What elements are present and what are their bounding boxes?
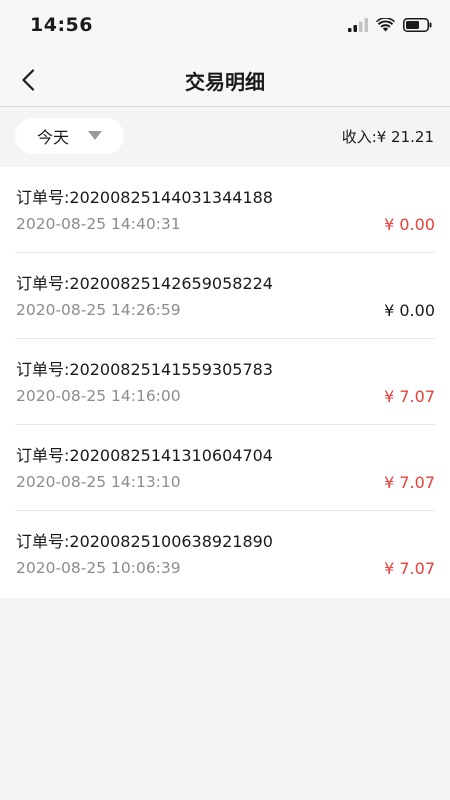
transaction-list: 订单号:20200825144031344188 2020-08-25 14:4… xyxy=(0,167,450,598)
order-time: 2020-08-25 14:13:10 xyxy=(16,473,181,491)
page-title: 交易明细 xyxy=(185,70,265,94)
transaction-row[interactable]: 订单号:20200825142659058224 2020-08-25 14:2… xyxy=(15,253,435,339)
order-number: 订单号:20200825141310604704 xyxy=(16,446,273,465)
order-number: 订单号:20200825144031344188 xyxy=(16,188,273,207)
order-time: 2020-08-25 10:06:39 xyxy=(16,559,181,577)
order-number: 订单号:20200825142659058224 xyxy=(16,274,273,293)
caret-down-icon xyxy=(88,131,102,140)
status-bar: 14:56 xyxy=(0,0,450,54)
order-amount: ¥ 7.07 xyxy=(384,559,435,578)
order-amount: ¥ 7.07 xyxy=(384,387,435,406)
order-time: 2020-08-25 14:26:59 xyxy=(16,301,181,319)
order-amount: ¥ 7.07 xyxy=(384,473,435,492)
transaction-row[interactable]: 订单号:20200825100638921890 2020-08-25 10:0… xyxy=(15,511,435,598)
order-amount: ¥ 0.00 xyxy=(384,301,435,320)
order-time: 2020-08-25 14:16:00 xyxy=(16,387,181,405)
order-amount: ¥ 0.00 xyxy=(384,215,435,234)
transaction-row[interactable]: 订单号:20200825141310604704 2020-08-25 14:1… xyxy=(15,425,435,511)
battery-icon xyxy=(403,18,432,32)
order-time: 2020-08-25 14:40:31 xyxy=(16,215,181,233)
order-number: 订单号:20200825100638921890 xyxy=(16,532,273,551)
filter-bar: 今天 收入:¥ 21.21 xyxy=(0,107,450,167)
order-number: 订单号:20200825141559305783 xyxy=(16,360,273,379)
status-icons xyxy=(348,18,432,32)
wifi-icon xyxy=(376,18,395,32)
navigation-bar: 交易明细 xyxy=(0,54,450,107)
date-filter-dropdown[interactable]: 今天 xyxy=(15,118,124,154)
date-filter-label: 今天 xyxy=(37,128,70,147)
transaction-row[interactable]: 订单号:20200825144031344188 2020-08-25 14:4… xyxy=(15,167,435,253)
income-summary: 收入:¥ 21.21 xyxy=(341,128,434,146)
transaction-row[interactable]: 订单号:20200825141559305783 2020-08-25 14:1… xyxy=(15,339,435,425)
status-time: 14:56 xyxy=(30,14,93,36)
cellular-signal-icon xyxy=(348,18,368,32)
